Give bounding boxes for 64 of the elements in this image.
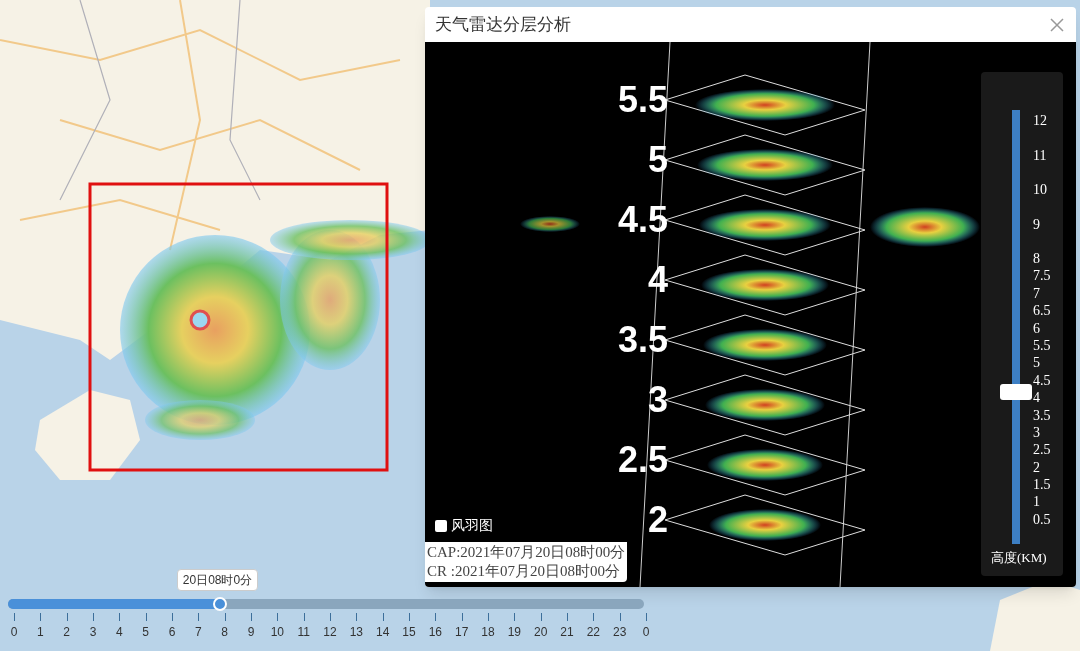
timeline-tick-label: 19 bbox=[506, 624, 522, 641]
height-scale-label: 3.5 bbox=[1033, 406, 1051, 424]
height-scale-label: 1.5 bbox=[1033, 476, 1051, 494]
layer-height-label: 4.5 bbox=[617, 200, 668, 240]
timeline-tick-label: 15 bbox=[401, 624, 417, 641]
timeline-tick-label: 23 bbox=[611, 624, 628, 641]
height-scale-label: 9 bbox=[1033, 215, 1041, 234]
timeline-tick-label: 16 bbox=[427, 624, 443, 641]
timeline-tick-label: 4 bbox=[115, 624, 124, 641]
height-scale-label: 0.5 bbox=[1033, 510, 1051, 529]
timeline-handle[interactable] bbox=[212, 597, 227, 611]
timestamp-text: CR :2021年07月20日08时00分 bbox=[427, 562, 621, 581]
timeline-tick-label: 20 bbox=[532, 624, 549, 641]
layer-height-label: 5 bbox=[647, 140, 668, 180]
close-icon[interactable] bbox=[1048, 15, 1066, 34]
timeline-tick-label: 18 bbox=[480, 624, 496, 641]
timeline-tick-label: 10 bbox=[269, 624, 285, 641]
height-scale-label: 7.5 bbox=[1033, 267, 1051, 285]
height-scale-label: 4 bbox=[1033, 389, 1041, 407]
checkbox[interactable] bbox=[435, 519, 447, 532]
slider-thumb[interactable] bbox=[1000, 384, 1032, 401]
height-scale-label: 1 bbox=[1033, 493, 1041, 511]
layer-height-label: 2.5 bbox=[617, 440, 668, 480]
timestamp-text: CAP:2021年07月20日08时00分 bbox=[427, 543, 626, 562]
height-scale-label: 10 bbox=[1033, 181, 1048, 199]
timeline-tick-label: 21 bbox=[559, 624, 575, 641]
timeline-track[interactable] bbox=[8, 599, 644, 609]
timeline-tick-label: 12 bbox=[322, 624, 338, 641]
timeline-tick-label: 22 bbox=[585, 624, 601, 641]
dialog-title: 天气雷达分层分析 bbox=[435, 13, 571, 36]
height-scale-label: 7 bbox=[1033, 284, 1041, 303]
height-scale-label: 2.5 bbox=[1033, 441, 1051, 459]
timeline-tick-label: 11 bbox=[296, 624, 311, 641]
height-scale-label: 11 bbox=[1033, 146, 1048, 165]
timeline-tick-label: 0 bbox=[9, 624, 19, 641]
timeline-tick-label: 17 bbox=[453, 624, 470, 641]
timeline-tick-label: 14 bbox=[374, 624, 391, 641]
layer-height-label: 2 bbox=[647, 500, 668, 540]
height-scale-label: 6.5 bbox=[1033, 302, 1051, 320]
height-scale-label: 5.5 bbox=[1033, 336, 1051, 355]
time-tooltip: 20日08时0分 bbox=[176, 569, 259, 591]
layer-height-label: 5.5 bbox=[617, 80, 668, 120]
height-scale-label: 8 bbox=[1033, 250, 1041, 268]
layer-height-label: 3.5 bbox=[617, 320, 668, 360]
timeline-tick-label: 8 bbox=[220, 624, 229, 641]
height-scale-label: 12 bbox=[1033, 112, 1048, 130]
timeline-tick-label: 3 bbox=[88, 624, 98, 641]
timeline-tick-label: 5 bbox=[141, 624, 150, 641]
timeline-tick-label: 9 bbox=[246, 624, 256, 641]
timeline-tick-label: 6 bbox=[167, 624, 177, 641]
layer-height-label: 4 bbox=[647, 260, 668, 300]
timeline-tick-label: 2 bbox=[62, 624, 71, 641]
height-scale-label: 4.5 bbox=[1033, 371, 1051, 390]
height-scale-label: 5 bbox=[1033, 354, 1041, 372]
checkbox-label: 风羽图 bbox=[451, 517, 493, 535]
timeline-tick-label: 7 bbox=[194, 624, 203, 641]
timeline-tick-label: 0 bbox=[641, 624, 651, 641]
timeline-tick-label: 13 bbox=[348, 624, 364, 641]
timeline-tick-label: 1 bbox=[36, 624, 45, 641]
height-scale-label: 2 bbox=[1033, 458, 1041, 477]
height-axis-label: 高度(KM) bbox=[991, 549, 1047, 567]
height-scale-label: 6 bbox=[1033, 319, 1041, 337]
height-scale-label: 3 bbox=[1033, 423, 1041, 442]
layer-height-label: 3 bbox=[647, 380, 668, 420]
